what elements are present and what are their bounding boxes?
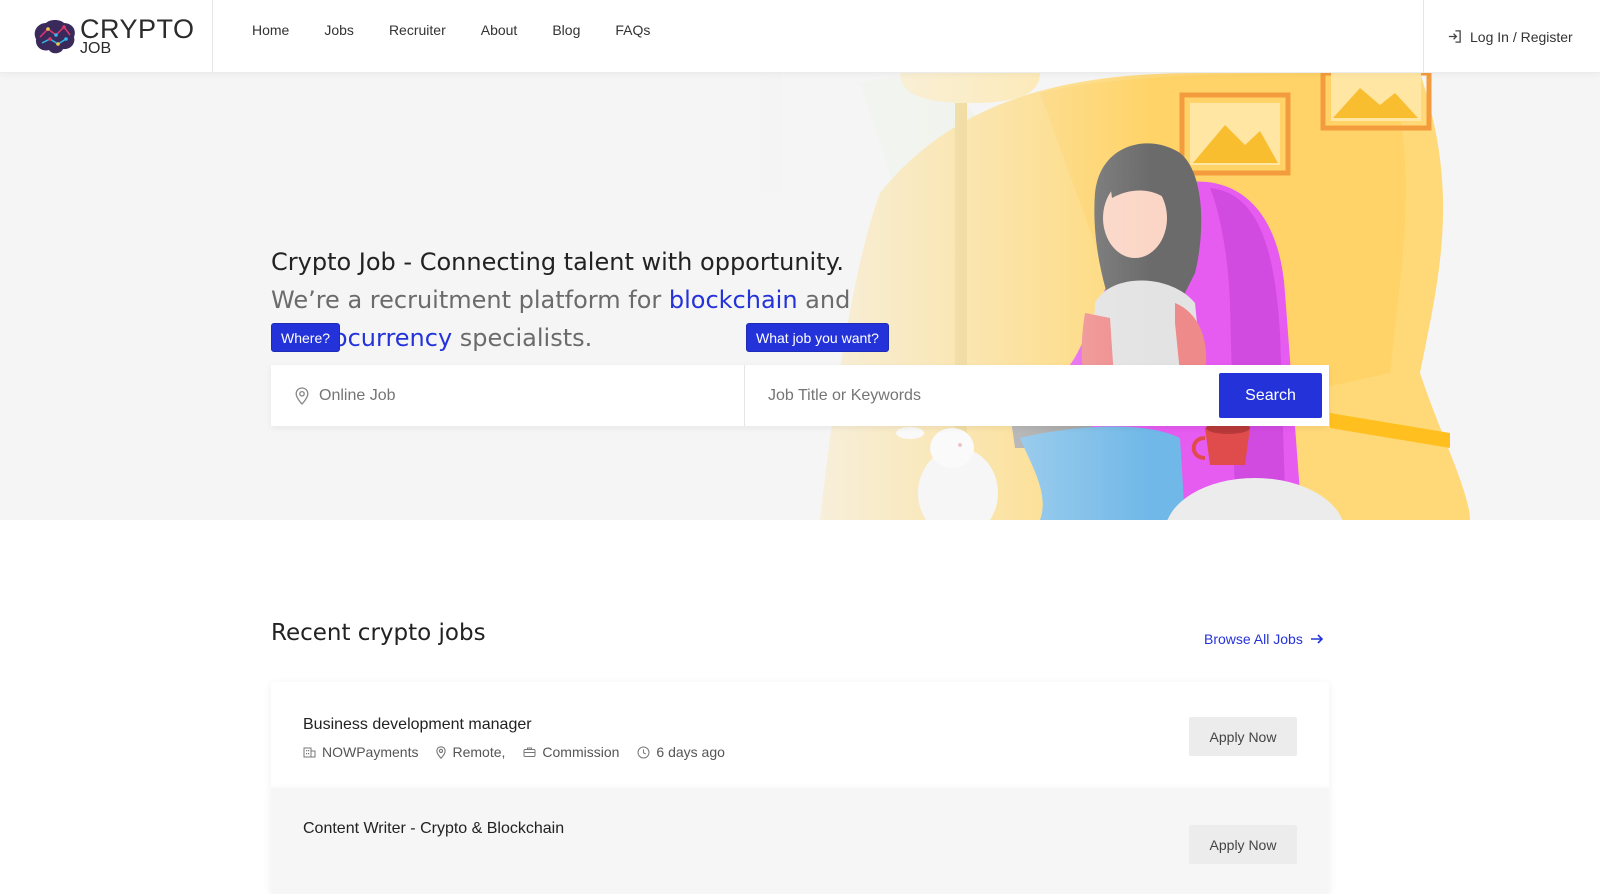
job-title[interactable]: Content Writer - Crypto & Blockchain <box>303 820 564 838</box>
hero-title: Crypto Job - Connecting talent with oppo… <box>271 248 845 276</box>
hero-sub-prefix: We’re a recruitment platform for <box>271 286 669 314</box>
job-company-name: NOWPayments <box>322 744 419 760</box>
location-input[interactable] <box>319 386 699 405</box>
building-icon <box>303 747 316 758</box>
job-company: NOWPayments <box>303 744 418 760</box>
location-pin-icon <box>295 386 309 405</box>
apply-now-button[interactable]: Apply Now <box>1189 717 1297 756</box>
brand-wordmark: CRYPTO JOB <box>80 16 195 57</box>
nav-recruiter[interactable]: Recruiter <box>389 22 446 38</box>
nav-faqs[interactable]: FAQs <box>615 22 650 38</box>
login-register-link[interactable]: Log In / Register <box>1423 0 1600 73</box>
what-label: What job you want? <box>746 323 889 352</box>
briefcase-icon <box>523 747 536 757</box>
job-title[interactable]: Business development manager <box>303 716 532 734</box>
browse-all-label: Browse All Jobs <box>1204 631 1303 647</box>
brand-logo[interactable]: CRYPTO JOB <box>0 0 213 73</box>
site-header: CRYPTO JOB Home Jobs Recruiter About Blo… <box>0 0 1600 73</box>
main-nav: Home Jobs Recruiter About Blog FAQs <box>252 22 685 38</box>
job-posted: 6 days ago <box>637 744 725 760</box>
job-meta: NOWPayments Remote, Commission 6 days ag… <box>303 744 743 760</box>
nav-about[interactable]: About <box>481 22 518 38</box>
job-location-text: Remote, <box>452 744 506 760</box>
hero-sub-mid: and <box>797 286 851 314</box>
location-pin-icon <box>436 745 447 759</box>
nav-home[interactable]: Home <box>252 22 289 38</box>
job-search-bar: Search <box>271 365 1329 426</box>
brand-line1: CRYPTO <box>80 14 195 44</box>
hero-sub-suffix: specialists. <box>452 324 593 352</box>
clock-icon <box>637 746 650 758</box>
job-card[interactable]: Business development manager NOWPayments… <box>271 682 1329 788</box>
job-type: Commission <box>523 744 619 760</box>
search-button[interactable]: Search <box>1219 373 1322 418</box>
job-location: Remote, <box>436 744 505 760</box>
recent-jobs-heading: Recent crypto jobs <box>271 620 486 646</box>
job-posted-text: 6 days ago <box>656 744 725 760</box>
brain-logo-icon <box>34 19 75 53</box>
browse-all-jobs-link[interactable]: Browse All Jobs <box>1204 631 1324 647</box>
job-card[interactable]: Content Writer - Crypto & Blockchain App… <box>271 788 1329 894</box>
hero-section: Crypto Job - Connecting talent with oppo… <box>0 73 1600 520</box>
where-label: Where? <box>271 323 341 352</box>
where-field <box>271 365 745 426</box>
keyword-input[interactable] <box>768 386 1188 405</box>
job-type-text: Commission <box>542 744 620 760</box>
nav-jobs[interactable]: Jobs <box>324 22 354 38</box>
apply-now-button[interactable]: Apply Now <box>1189 825 1297 864</box>
arrow-right-icon <box>1310 634 1323 644</box>
login-icon <box>1448 30 1461 43</box>
hero-highlight-blockchain: blockchain <box>668 286 798 314</box>
login-register-label: Log In / Register <box>1470 28 1573 45</box>
nav-blog[interactable]: Blog <box>552 22 580 38</box>
